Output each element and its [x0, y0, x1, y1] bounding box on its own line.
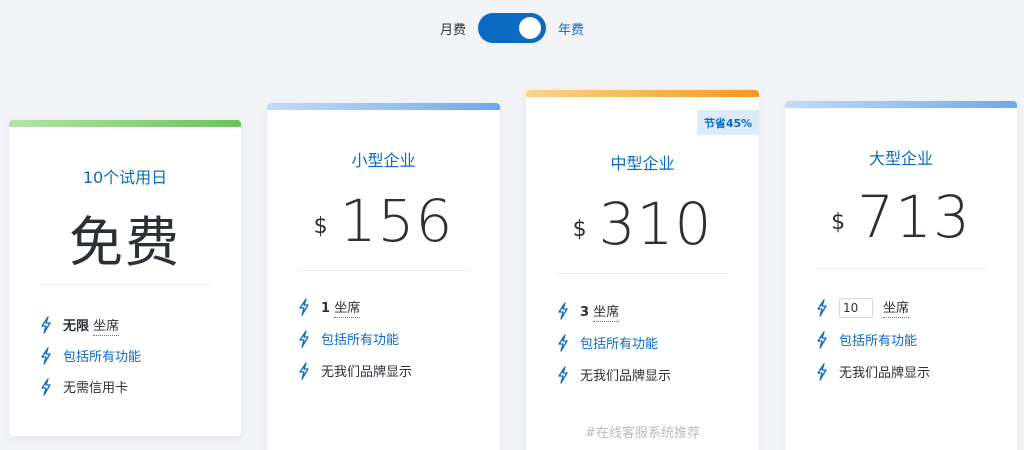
feature-item-all-features: 包括所有功能 [815, 330, 917, 349]
plan-title: 中型企业 [610, 154, 675, 173]
lightning-bolt-icon [41, 315, 51, 334]
billing-period-switch[interactable] [478, 13, 546, 43]
currency-symbol: $ [831, 209, 846, 235]
lightning-bolt-icon [558, 365, 568, 384]
feature-item-seats: 3 坐席 [556, 301, 620, 322]
plan-price: $ 713 [785, 183, 1017, 251]
lightning-bolt-icon [41, 377, 51, 396]
plan-price: $ 310 [526, 190, 759, 258]
lightning-bolt-icon [299, 361, 309, 380]
feature-item-seats: 无限 坐席 [39, 315, 120, 336]
feature-text: 无我们品牌显示 [580, 369, 672, 384]
recommend-hashtag: #在线客服系统推荐 [585, 426, 700, 441]
plan-accent-bar [526, 90, 759, 97]
divider [815, 268, 987, 269]
plan-card-large[interactable]: 大型企业 $ 713 坐席 包括所有功能 无我们品牌显示 [785, 101, 1017, 450]
plan-title: 小型企业 [351, 151, 416, 170]
price-amount: 310 [598, 190, 713, 258]
yearly-label[interactable]: 年费 [558, 19, 584, 38]
currency-symbol: $ [572, 216, 587, 242]
plan-price-free: 免费 [69, 211, 181, 274]
lightning-bolt-icon [299, 297, 309, 316]
divider [297, 270, 470, 271]
plan-accent-bar [267, 103, 500, 110]
feature-seat-count: 无限 [63, 319, 90, 334]
feature-all-features-link[interactable]: 包括所有功能 [321, 329, 399, 348]
plan-card-trial[interactable]: 10个试用日 免费 无限 坐席 包括所有功能 无需信用卡 [9, 120, 241, 436]
feature-seat-label: 坐席 [334, 301, 361, 318]
plan-price: $ 156 [267, 187, 500, 255]
lightning-bolt-icon [558, 333, 568, 352]
feature-item-seats: 坐席 [815, 297, 910, 318]
feature-text: 无我们品牌显示 [321, 365, 413, 380]
plan-card-small[interactable]: 小型企业 $ 156 1 坐席 包括所有功能 无我们品牌显示 [267, 103, 500, 450]
feature-seat-label: 坐席 [593, 305, 620, 322]
feature-item-all-features: 包括所有功能 [556, 333, 658, 352]
feature-item-all-features: 包括所有功能 [297, 329, 399, 348]
divider [39, 284, 211, 285]
feature-item-no-branding: 无我们品牌显示 [297, 361, 412, 380]
plan-accent-bar [9, 120, 241, 127]
billing-toggle-row: 月费 年费 [0, 12, 1024, 44]
divider [556, 273, 729, 274]
feature-seat-label: 坐席 [883, 297, 910, 318]
feature-text: 无我们品牌显示 [839, 366, 931, 381]
lightning-bolt-icon [817, 362, 827, 381]
price-amount: 713 [857, 183, 971, 251]
plan-accent-bar [785, 101, 1017, 108]
feature-item-no-branding: 无我们品牌显示 [815, 362, 930, 381]
feature-seat-count: 1 [321, 301, 331, 316]
seat-count-input[interactable] [839, 297, 873, 318]
feature-item-all-features: 包括所有功能 [39, 346, 141, 365]
price-amount: 156 [339, 187, 454, 255]
feature-all-features-link[interactable]: 包括所有功能 [63, 346, 141, 365]
plan-card-medium[interactable]: 节省45% 中型企业 $ 310 3 坐席 包括所有功能 无我们品牌显示 #在线… [526, 90, 759, 450]
lightning-bolt-icon [41, 346, 51, 365]
lightning-bolt-icon [817, 330, 827, 349]
lightning-bolt-icon [558, 301, 568, 320]
switch-knob [519, 17, 541, 39]
monthly-label[interactable]: 月费 [440, 19, 466, 38]
lightning-bolt-icon [299, 329, 309, 348]
feature-all-features-link[interactable]: 包括所有功能 [580, 333, 658, 352]
feature-all-features-link[interactable]: 包括所有功能 [839, 330, 917, 349]
feature-seat-count: 3 [580, 305, 590, 320]
currency-symbol: $ [313, 213, 328, 239]
savings-badge: 节省45% [697, 110, 759, 135]
feature-seat-label: 坐席 [93, 319, 120, 336]
lightning-bolt-icon [817, 298, 827, 317]
plan-title: 10个试用日 [82, 168, 168, 187]
plan-title: 大型企业 [868, 149, 933, 168]
feature-item-no-card: 无需信用卡 [39, 377, 128, 396]
feature-item-no-branding: 无我们品牌显示 [556, 365, 671, 384]
feature-text: 无需信用卡 [63, 381, 129, 396]
feature-item-seats: 1 坐席 [297, 297, 361, 318]
